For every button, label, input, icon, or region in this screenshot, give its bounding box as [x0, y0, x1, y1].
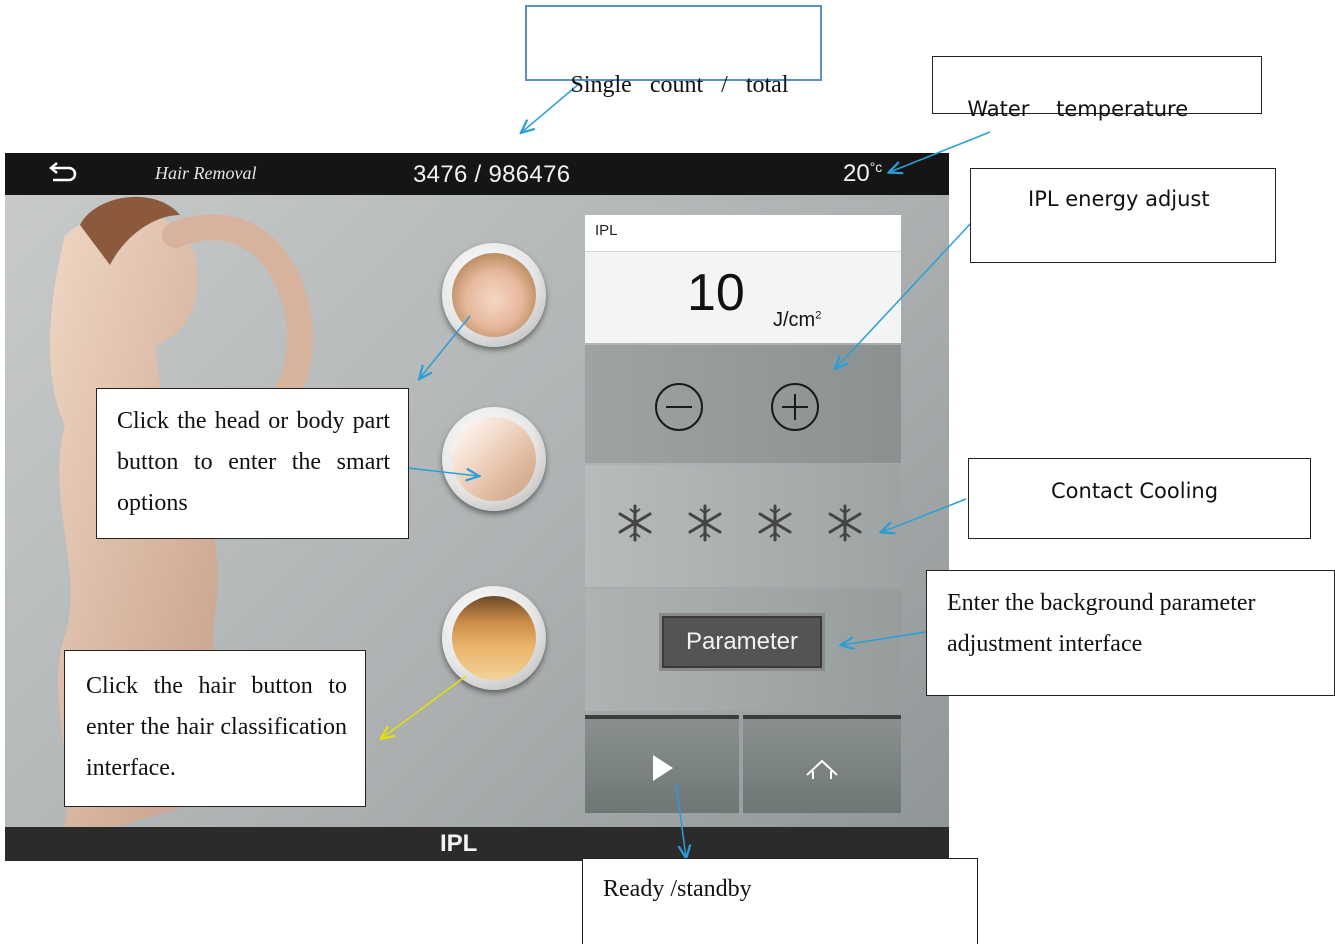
- callout-water-temperature-text: Water temperature: [967, 97, 1189, 121]
- callout-hair-button-text: Click the hair button to enter the hair …: [86, 673, 347, 781]
- callout-single-count: Single count / total: [525, 5, 822, 98]
- callout-energy-adjust-text: IPL energy adjust: [1028, 187, 1210, 211]
- callout-hair-button: Click the hair button to enter the hair …: [64, 650, 366, 807]
- callout-contact-cooling: Contact Cooling: [968, 458, 1311, 539]
- callout-body-part: Click the head or body part button to en…: [96, 388, 409, 539]
- callout-ready-standby: Ready /standby: [582, 858, 978, 944]
- callout-contact-cooling-text: Contact Cooling: [1051, 479, 1219, 503]
- callout-background-parameter: Enter the background parameter adjustmen…: [926, 570, 1335, 696]
- callout-body-part-text: Click the head or body part button to en…: [117, 408, 390, 516]
- callout-single-count-text: Single count / total: [570, 72, 789, 98]
- callout-water-temperature: Water temperature: [932, 56, 1262, 121]
- callout-background-parameter-text: Enter the background parameter adjustmen…: [947, 590, 1256, 657]
- callout-energy-adjust: IPL energy adjust: [970, 168, 1276, 263]
- callout-ready-standby-text: Ready /standby: [603, 876, 752, 902]
